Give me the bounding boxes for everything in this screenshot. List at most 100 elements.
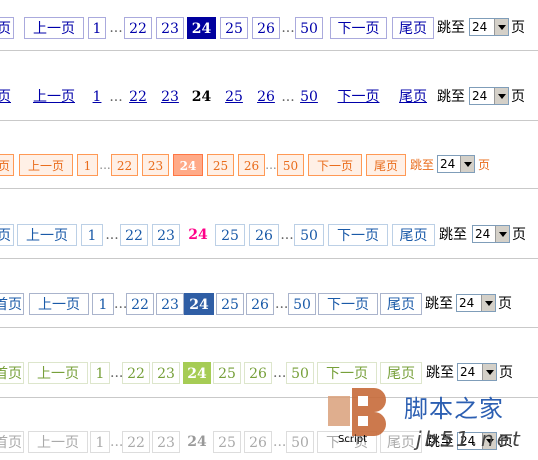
prev-page-button[interactable]: 上一页 xyxy=(24,17,84,39)
page-link[interactable]: 50 xyxy=(295,17,323,39)
jump-suffix: 页 xyxy=(499,365,513,381)
first-page-button[interactable]: 页 xyxy=(0,17,14,39)
last-page-button[interactable]: 尾页 xyxy=(392,86,434,108)
page-link[interactable]: 26 xyxy=(249,224,279,246)
page-link[interactable]: 25 xyxy=(213,431,241,453)
first-page-button[interactable]: 首页 xyxy=(0,293,24,315)
page-ellipsis: ... xyxy=(109,20,123,36)
page-link[interactable]: 23 xyxy=(156,293,184,315)
page-link[interactable]: 23 xyxy=(156,17,184,39)
prev-page-button[interactable]: 上一页 xyxy=(24,86,84,108)
page-link[interactable]: 22 xyxy=(124,86,152,108)
prev-page-button[interactable]: 上一页 xyxy=(29,293,89,315)
page-link[interactable]: 1 xyxy=(88,86,106,108)
next-page-button[interactable]: 下一页 xyxy=(308,154,362,176)
divider xyxy=(0,50,538,51)
page-link[interactable]: 1 xyxy=(88,17,106,39)
next-page-button[interactable]: 下一页 xyxy=(328,224,388,246)
page-link[interactable]: 25 xyxy=(216,293,244,315)
chevron-down-icon[interactable] xyxy=(460,156,474,172)
prev-page-button[interactable]: 上一页 xyxy=(17,224,77,246)
first-page-button[interactable]: 页 xyxy=(0,224,14,246)
chevron-down-icon[interactable] xyxy=(482,364,496,380)
chevron-down-icon[interactable] xyxy=(494,19,508,35)
jump-label: 跳至 xyxy=(437,20,465,36)
next-page-button[interactable]: 下一页 xyxy=(318,293,378,315)
next-page-button[interactable]: 下一页 xyxy=(330,17,387,39)
page-link[interactable]: 23 xyxy=(142,154,169,176)
page-link[interactable]: 1 xyxy=(90,362,110,384)
page-link[interactable]: 50 xyxy=(277,154,304,176)
page-link[interactable]: 26 xyxy=(252,86,280,108)
page-link[interactable]: 23 xyxy=(152,224,180,246)
page-link[interactable]: 26 xyxy=(252,17,280,39)
page-link[interactable]: 25 xyxy=(220,17,248,39)
page-link[interactable]: 25 xyxy=(213,362,241,384)
divider xyxy=(0,120,538,121)
jump-label: 跳至 xyxy=(437,89,465,105)
current-page: 24 xyxy=(183,362,211,384)
last-page-button[interactable]: 尾页 xyxy=(380,362,422,384)
last-page-button[interactable]: 尾页 xyxy=(380,293,422,315)
page-ellipsis: ... xyxy=(281,20,295,36)
jump-select[interactable]: 24 xyxy=(469,87,509,105)
page-link[interactable]: 1 xyxy=(77,154,98,176)
jump-suffix: 页 xyxy=(498,296,512,312)
chevron-down-icon[interactable] xyxy=(481,295,495,311)
jump-value: 24 xyxy=(472,89,488,103)
last-page-button[interactable]: 尾页 xyxy=(392,224,435,246)
current-page: 24 xyxy=(188,227,208,243)
chevron-down-icon[interactable] xyxy=(495,226,509,242)
page-link[interactable]: 25 xyxy=(220,86,248,108)
watermark-label: Script xyxy=(338,434,368,445)
page-link[interactable]: 26 xyxy=(246,293,274,315)
page-link[interactable]: 1 xyxy=(92,293,114,315)
page-link[interactable]: 25 xyxy=(207,154,234,176)
page-link[interactable]: 50 xyxy=(286,431,314,453)
prev-page-button[interactable]: 上一页 xyxy=(28,431,88,453)
chevron-down-icon[interactable] xyxy=(494,88,508,104)
first-page-button[interactable]: 首页 xyxy=(0,362,24,384)
prev-page-button[interactable]: 上一页 xyxy=(19,154,73,176)
page-link[interactable]: 22 xyxy=(122,362,150,384)
jump-select[interactable]: 24 xyxy=(472,225,510,243)
jump-suffix: 页 xyxy=(512,227,526,243)
page-link[interactable]: 22 xyxy=(111,154,138,176)
jump-select[interactable]: 24 xyxy=(456,294,496,312)
page-ellipsis: ... xyxy=(273,365,287,381)
page-link[interactable]: 22 xyxy=(120,224,148,246)
jump-select[interactable]: 24 xyxy=(437,155,475,173)
page-link[interactable]: 22 xyxy=(124,17,152,39)
jump-select[interactable]: 24 xyxy=(457,363,497,381)
page-link[interactable]: 50 xyxy=(286,362,314,384)
last-page-button[interactable]: 尾页 xyxy=(366,154,406,176)
page-link[interactable]: 50 xyxy=(288,293,316,315)
next-page-button[interactable]: 下一页 xyxy=(330,86,387,108)
jump-select[interactable]: 24 xyxy=(469,18,509,36)
page-link[interactable]: 26 xyxy=(244,362,272,384)
prev-page-button[interactable]: 上一页 xyxy=(28,362,88,384)
page-link[interactable]: 1 xyxy=(90,431,110,453)
page-link[interactable]: 22 xyxy=(122,431,150,453)
page-link[interactable]: 23 xyxy=(152,431,180,453)
page-link[interactable]: 23 xyxy=(152,362,180,384)
current-page: 24 xyxy=(173,154,203,176)
page-link[interactable]: 25 xyxy=(215,224,245,246)
page-link[interactable]: 26 xyxy=(244,431,272,453)
page-link[interactable]: 23 xyxy=(156,86,184,108)
jump-suffix: 页 xyxy=(511,89,525,105)
next-page-button[interactable]: 下一页 xyxy=(317,362,377,384)
page-link[interactable]: 22 xyxy=(126,293,154,315)
last-page-button[interactable]: 尾页 xyxy=(392,17,434,39)
current-page: 24 xyxy=(187,434,207,450)
page-link[interactable]: 50 xyxy=(294,224,324,246)
current-page: 24 xyxy=(184,293,214,315)
first-page-button[interactable]: 页 xyxy=(0,154,14,176)
page-ellipsis: ... xyxy=(99,158,111,172)
first-page-button[interactable]: 页 xyxy=(0,86,14,108)
page-link[interactable]: 50 xyxy=(295,86,323,108)
jump-value: 24 xyxy=(472,20,488,34)
page-link[interactable]: 26 xyxy=(238,154,265,176)
first-page-button[interactable]: 首页 xyxy=(0,431,24,453)
page-link[interactable]: 1 xyxy=(81,224,103,246)
